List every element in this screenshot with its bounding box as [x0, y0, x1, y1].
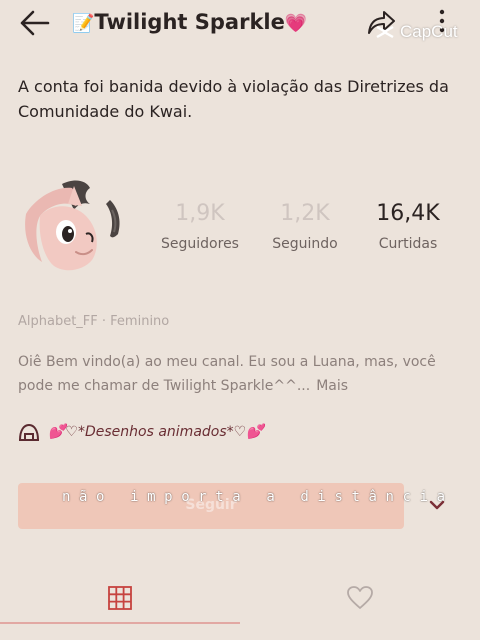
heart-outline-icon	[347, 586, 373, 609]
capcut-watermark: CapCut	[374, 20, 458, 44]
active-tab-indicator	[0, 622, 240, 624]
heart-emoji: 💗	[284, 13, 308, 34]
stat-followers[interactable]: 1,9K Seguidores	[150, 198, 250, 258]
grid-icon	[108, 586, 132, 610]
video-overlay-caption: não importa a distância	[62, 489, 454, 505]
profile-name: Twilight Sparkle	[94, 10, 285, 34]
capcut-logo-icon	[376, 25, 394, 39]
tab-likes[interactable]	[240, 570, 480, 624]
capcut-watermark-text: CapCut	[400, 22, 458, 41]
followers-label: Seguidores	[161, 236, 239, 252]
following-count: 1,2K	[280, 201, 330, 226]
following-label: Seguindo	[272, 236, 338, 252]
ban-notice: A conta foi banida devido à violação das…	[18, 77, 449, 121]
likes-count: 16,4K	[376, 201, 440, 226]
stat-likes[interactable]: 16,4K Curtidas	[358, 198, 458, 258]
profile-link-label: 💕♡*Desenhos animados*♡💕	[48, 424, 264, 440]
followers-count: 1,9K	[175, 201, 225, 226]
likes-label: Curtidas	[378, 236, 438, 252]
chevron-down-icon[interactable]	[428, 498, 446, 512]
top-bar: 📝Twilight Sparkle💗 CapCut	[0, 0, 480, 52]
house-icon	[19, 424, 39, 441]
profile-bio: Oiê Bem vindo(a) ao meu canal. Eu sou a …	[18, 350, 468, 398]
profile-meta: Alphabet_FF · Feminino	[18, 314, 170, 329]
back-arrow-icon[interactable]	[18, 8, 52, 38]
memo-emoji: 📝	[72, 13, 95, 34]
avatar[interactable]	[14, 176, 124, 286]
profile-link-row[interactable]: 💕♡*Desenhos animados*♡💕	[18, 420, 264, 444]
tab-works[interactable]	[0, 570, 240, 624]
content-tabs	[0, 570, 480, 640]
bio-more-link[interactable]: Mais	[316, 378, 348, 394]
stat-following[interactable]: 1,2K Seguindo	[255, 198, 355, 258]
profile-title: 📝Twilight Sparkle💗	[72, 10, 307, 34]
bio-text: Oiê Bem vindo(a) ao meu canal. Eu sou a …	[18, 354, 436, 394]
profile-stats: 1,9K Seguidores 1,2K Seguindo 16,4K Curt…	[150, 198, 460, 268]
